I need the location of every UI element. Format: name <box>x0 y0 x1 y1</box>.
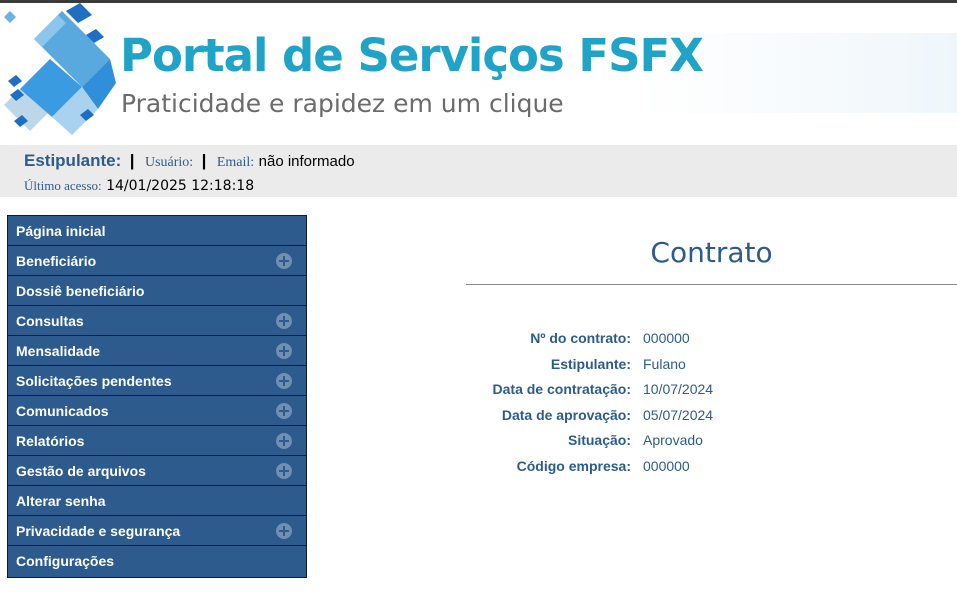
field-label: Data de contratação: <box>492 381 631 397</box>
expand-plus-icon[interactable] <box>276 313 292 329</box>
estipulante-label: Estipulante: <box>24 151 122 170</box>
menu-item-label: Consultas <box>16 313 84 329</box>
field-label: Código empresa: <box>516 458 631 474</box>
menu-item-label: Dossiê beneficiário <box>16 283 145 299</box>
menu-item-privacidade-e-seguranca[interactable]: Privacidade e segurança <box>7 516 307 546</box>
field-value: 000000 <box>643 330 690 346</box>
portal-title: Portal de Serviços FSFX <box>120 29 704 82</box>
separator: | <box>201 151 207 170</box>
field-label: Nº do contrato: <box>530 330 631 346</box>
field-label: Estipulante: <box>550 356 631 372</box>
menu-item-alterar-senha[interactable]: Alterar senha <box>7 486 307 516</box>
header-banner: Portal de Serviços FSFX Praticidade e ra… <box>0 3 957 145</box>
usuario-label: Usuário: <box>144 155 194 170</box>
separator: | <box>129 151 135 170</box>
field-value: Aprovado <box>643 432 703 448</box>
email-label: Email: <box>216 155 255 170</box>
menu-item-label: Configurações <box>16 553 115 569</box>
field-label: Data de aprovação: <box>501 407 631 423</box>
menu-item-beneficiario[interactable]: Beneficiário <box>7 246 307 276</box>
expand-plus-icon[interactable] <box>276 523 292 539</box>
menu-item-label: Beneficiário <box>16 253 97 269</box>
title-divider <box>466 284 957 285</box>
email-value: não informado <box>258 153 355 170</box>
field-value: 05/07/2024 <box>643 407 714 423</box>
user-info-bar: Estipulante: | Usuário: | Email: não inf… <box>0 145 957 197</box>
menu-item-label: Página inicial <box>16 223 106 239</box>
menu-item-dossie-beneficiario[interactable]: Dossiê beneficiário <box>7 276 307 306</box>
field-value: 000000 <box>643 458 690 474</box>
menu-item-pagina-inicial[interactable]: Página inicial <box>7 215 307 246</box>
last-access-value: 14/01/2025 12:18:18 <box>106 178 255 194</box>
portal-subtitle: Praticidade e rapidez em um clique <box>121 89 564 118</box>
field-label: Situação: <box>567 432 631 448</box>
fsfx-logo-icon <box>4 3 116 135</box>
user-info-line: Estipulante: | Usuário: | Email: não inf… <box>24 151 355 171</box>
menu-item-label: Alterar senha <box>16 493 106 509</box>
expand-plus-icon[interactable] <box>276 253 292 269</box>
last-access-label: Último acesso: <box>24 178 102 193</box>
menu-item-configuracoes[interactable]: Configurações <box>7 546 307 578</box>
last-access-line: Último acesso: 14/01/2025 12:18:18 <box>24 177 254 195</box>
field-value: 10/07/2024 <box>643 381 714 397</box>
page-title: Contrato <box>650 236 773 269</box>
field-value: Fulano <box>643 356 686 372</box>
menu-item-label: Privacidade e segurança <box>16 523 181 539</box>
